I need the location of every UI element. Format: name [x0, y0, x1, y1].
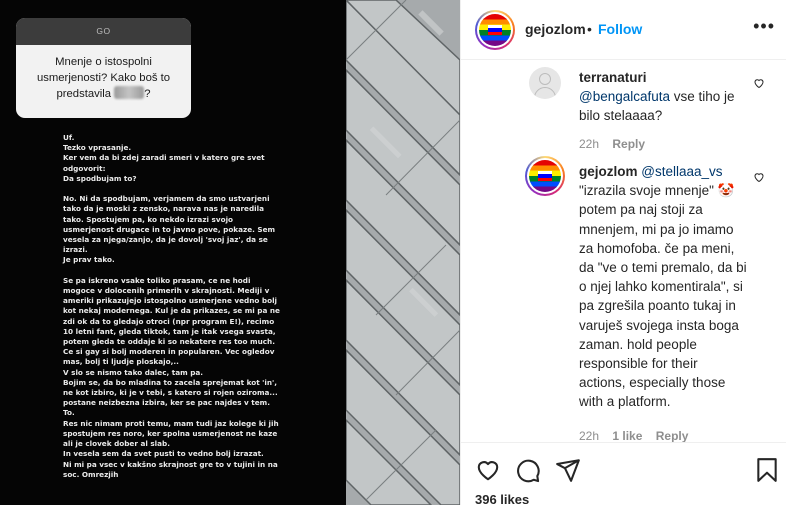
comments-list[interactable]: terranaturi @bengalcafuta vse tiho je bi…: [461, 60, 786, 442]
likes-count[interactable]: 396 likes: [475, 492, 529, 505]
comment-icon[interactable]: [515, 457, 541, 483]
comment-mention[interactable]: @bengalcafuta: [579, 89, 670, 104]
comment-meta: 22h Reply: [579, 137, 655, 151]
comment-username[interactable]: terranaturi: [579, 70, 647, 85]
post-actions: 396 likes: [461, 442, 786, 505]
comment-avatar[interactable]: [525, 156, 565, 196]
comment-text: "izrazila svoje mnenje" 🤡 potem pa naj s…: [579, 183, 747, 410]
comment-likes[interactable]: 1 like: [612, 429, 642, 442]
comment-body: terranaturi @bengalcafuta vse tiho je bi…: [579, 68, 754, 126]
floor-photo: [346, 0, 460, 505]
share-icon[interactable]: [555, 457, 581, 483]
like-comment-heart-icon[interactable]: [753, 171, 765, 183]
story-screenshot: GO Mnenje o istospolni usmerjenosti? Kak…: [0, 0, 346, 505]
heart-icon[interactable]: [475, 457, 501, 483]
post-panel: gejozlom • Follow ••• terranaturi @benga…: [460, 0, 786, 505]
like-comment-heart-icon[interactable]: [753, 77, 765, 89]
slovenia-flag-icon: [488, 25, 502, 35]
reply-button[interactable]: Reply: [656, 429, 689, 442]
question-sticker-text: Mnenje o istospolni usmerjenosti? Kako b…: [36, 56, 171, 100]
question-sticker: GO Mnenje o istospolni usmerjenosti? Kak…: [16, 18, 191, 118]
reply-button[interactable]: Reply: [612, 137, 645, 151]
post-header: gejozlom • Follow •••: [461, 0, 786, 60]
post-media[interactable]: GO Mnenje o istospolni usmerjenosti? Kak…: [0, 0, 460, 505]
comment-body: gejozlom @stellaaa_vs "izrazila svoje mn…: [579, 162, 747, 412]
comment-time[interactable]: 22h: [579, 429, 599, 442]
bookmark-icon[interactable]: [754, 457, 780, 483]
follow-button[interactable]: Follow: [598, 21, 642, 37]
more-options-icon[interactable]: •••: [753, 16, 775, 37]
author-avatar[interactable]: [475, 10, 515, 50]
author-username[interactable]: gejozlom: [525, 21, 586, 37]
comment-time[interactable]: 22h: [579, 137, 599, 151]
story-answer-text: Uf. Tezko vprasanje. Ker vem da bi zdej …: [63, 133, 280, 479]
comment-avatar[interactable]: [529, 67, 561, 99]
comment-username[interactable]: gejozlom: [579, 164, 638, 179]
separator-dot: •: [587, 21, 592, 37]
blurred-name: [114, 86, 145, 99]
question-sticker-header: GO: [16, 18, 191, 45]
wooden-floor-image: [346, 0, 460, 505]
comment-meta: 22h 1 like Reply: [579, 429, 698, 442]
comment-mention[interactable]: @stellaaa_vs: [641, 164, 722, 179]
slovenia-flag-icon: [538, 171, 552, 181]
